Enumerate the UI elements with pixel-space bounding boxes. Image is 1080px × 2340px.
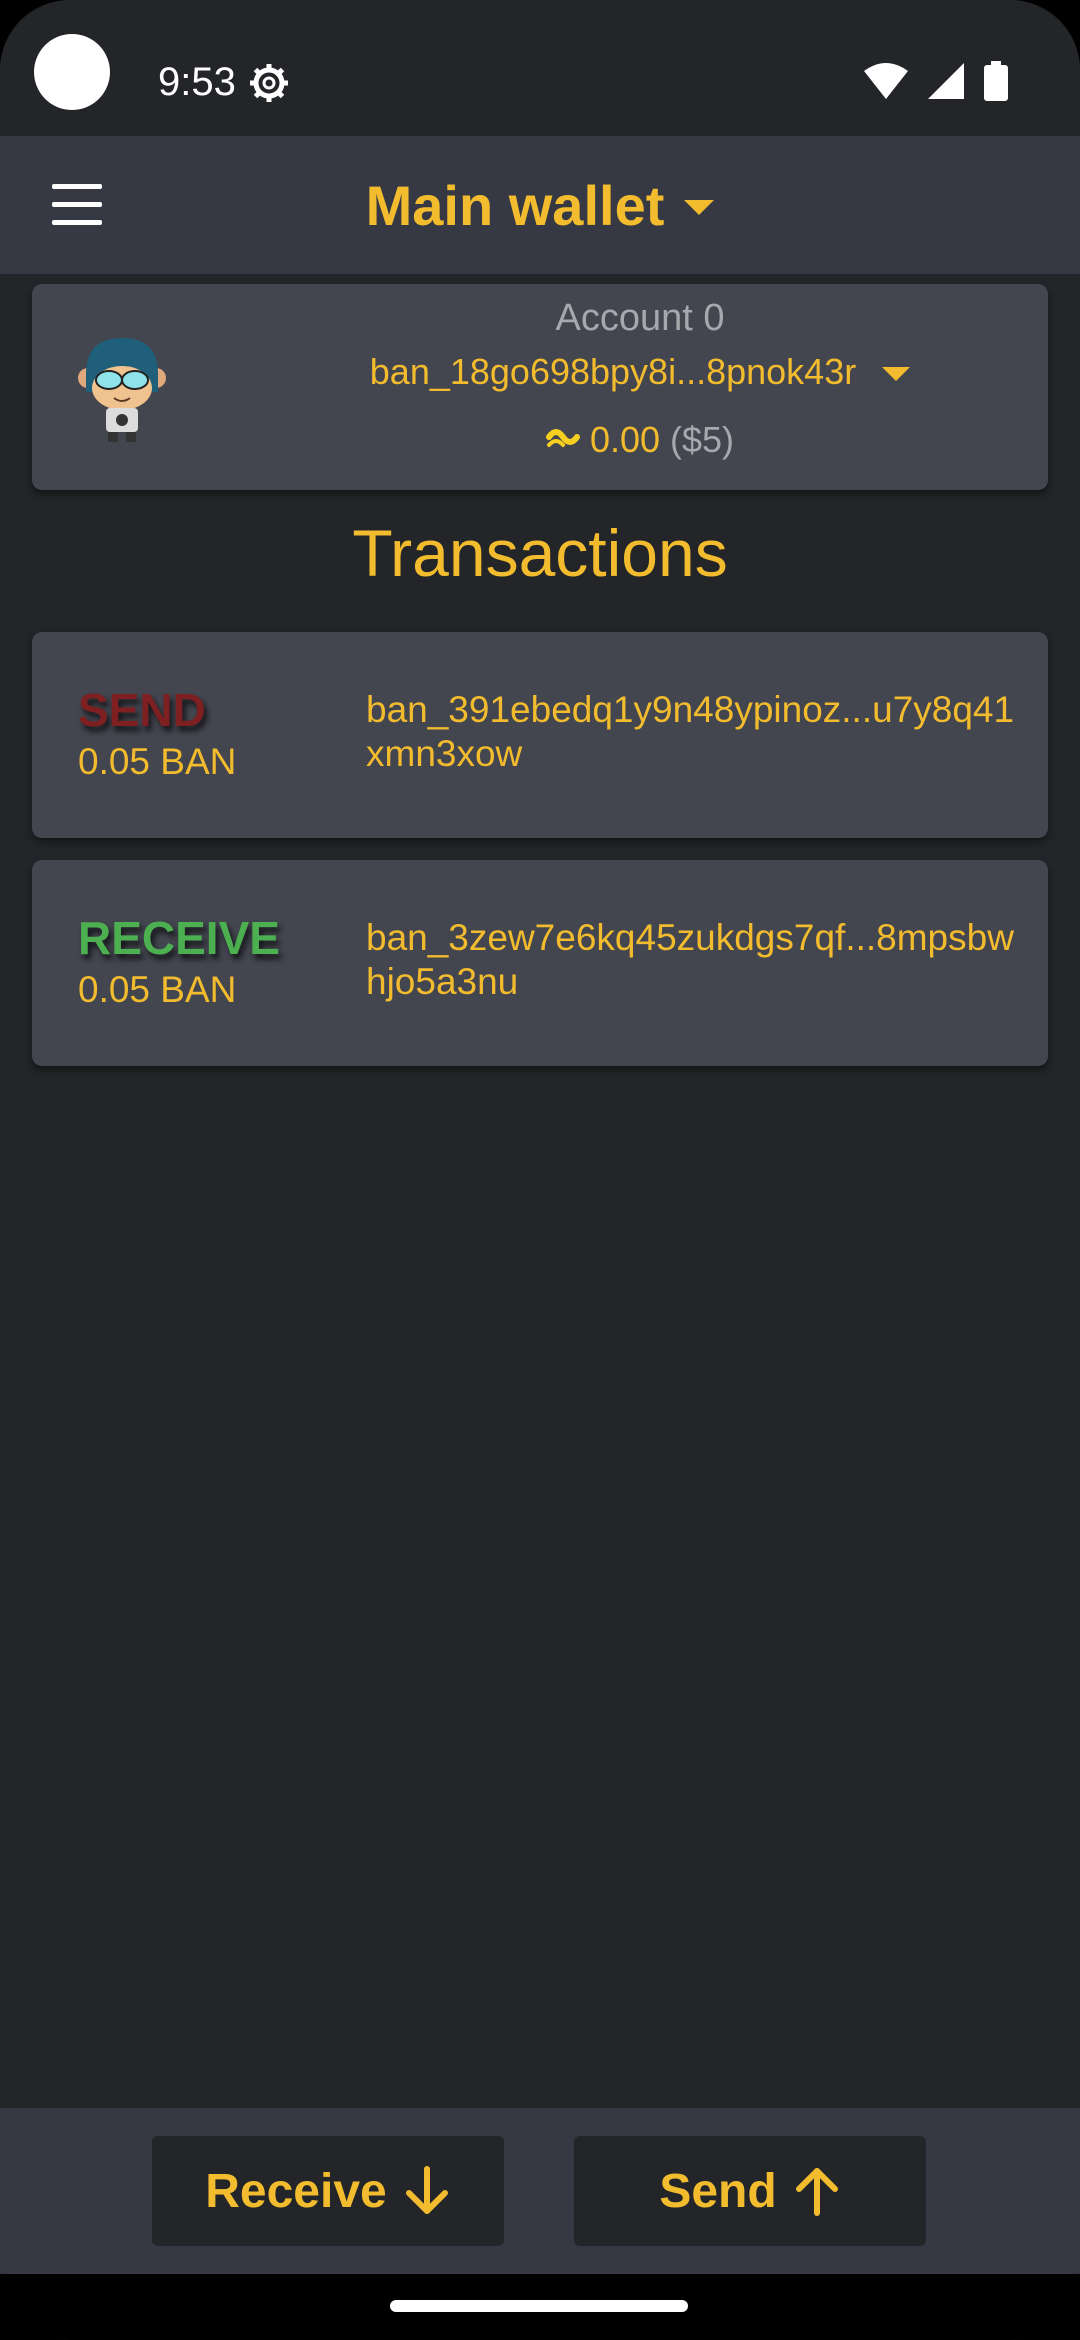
monkey-avatar-icon [78, 338, 166, 442]
account-card[interactable]: Account 0 ban_18go698bpy8i...8pnok43r 0.… [32, 284, 1048, 490]
transaction-type: SEND [78, 684, 206, 736]
arrow-up-icon [795, 2168, 838, 2216]
camera-cutout [34, 34, 110, 110]
status-time: 9:53 [158, 60, 236, 104]
bottom-action-bar: Receive Send [0, 2108, 1080, 2274]
balance-amount: 0.00 [589, 419, 661, 460]
app-bar: Main wallet [0, 136, 1080, 274]
transaction-amount: 0.05 BAN [78, 741, 237, 782]
status-bar: 9:53 [0, 0, 1080, 136]
account-address-dropdown[interactable]: ban_18go698bpy8i...8pnok43r [212, 350, 1068, 394]
wifi-icon [864, 63, 908, 99]
transaction-amount: 0.05 BAN [78, 969, 237, 1010]
receive-label: Receive [205, 2164, 387, 2218]
transaction-address: ban_3zew7e6kq45zukdgs7qf...8mpsbwhjo5a3n… [366, 917, 1014, 1002]
transaction-type: RECEIVE [78, 912, 280, 964]
account-address: ban_18go698bpy8i...8pnok43r [369, 351, 857, 392]
battery-icon [984, 61, 1008, 101]
settings-gear-icon [250, 64, 288, 102]
balance-row: 0.00 ($5) [212, 418, 1068, 462]
caret-down-icon [882, 367, 911, 381]
transaction-item[interactable]: SEND 0.05 BAN ban_391ebedq1y9n48ypinoz..… [32, 632, 1048, 838]
status-icons [864, 60, 1008, 102]
receive-button[interactable]: Receive [152, 2136, 504, 2246]
wallet-title: Main wallet [365, 173, 665, 237]
arrow-down-icon [405, 2166, 448, 2214]
send-button[interactable]: Send [574, 2136, 926, 2246]
account-name: Account 0 [555, 297, 725, 339]
balance-fiat: ($5) [670, 419, 735, 460]
send-label: Send [659, 2164, 777, 2218]
transaction-address: ban_391ebedq1y9n48ypinoz...u7y8q41xmn3xo… [366, 689, 1015, 774]
banano-icon [545, 429, 580, 447]
phone-screen: 9:53 Main wallet Account 0 ban_18go698bp… [0, 0, 1080, 2340]
transactions-title: Transactions [352, 516, 728, 590]
transaction-item[interactable]: RECEIVE 0.05 BAN ban_3zew7e6kq45zukdgs7q… [32, 860, 1048, 1066]
wallet-selector[interactable]: Main wallet [0, 136, 1080, 274]
home-indicator[interactable] [390, 2300, 688, 2312]
cellular-signal-icon [928, 63, 964, 99]
caret-down-icon [684, 199, 715, 215]
